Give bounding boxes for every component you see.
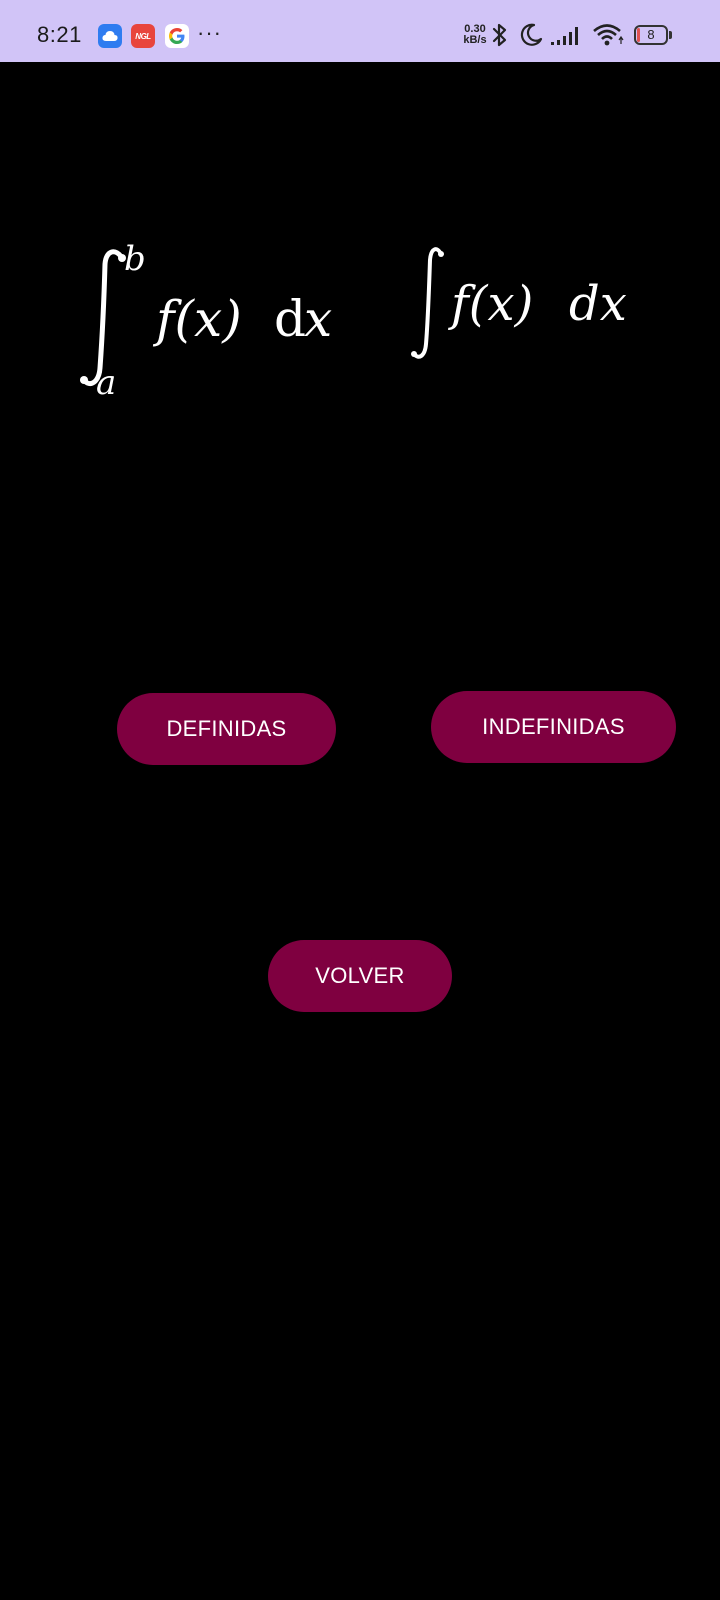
definite-differential-var: x (304, 290, 332, 348)
indefinite-integral-formula: f(x) dx (411, 247, 627, 359)
wifi-icon (593, 24, 624, 46)
lower-limit: a (96, 363, 116, 400)
clock: 8:21 (37, 22, 82, 47)
network-speed-unit: kB/s (463, 34, 487, 46)
moon-icon (520, 23, 543, 46)
indefinite-integrand: f(x) (448, 276, 533, 332)
signal-icon (551, 27, 578, 45)
definite-integral-formula: b a f(x) d x (80, 240, 332, 400)
google-icon (165, 24, 189, 48)
upper-limit: b (124, 240, 146, 279)
more-notifications-icon: ··· (197, 20, 222, 45)
cloud-icon (98, 24, 122, 48)
definidas-button[interactable]: DEFINIDAS (117, 693, 336, 765)
volver-button[interactable]: VOLVER (268, 940, 452, 1012)
battery-cap (669, 31, 672, 39)
ngl-icon: NGL (131, 24, 155, 48)
network-speed: 0.30 kB/s (458, 24, 492, 46)
definite-differential-d: d (274, 290, 306, 348)
indefinite-differential: dx (569, 276, 627, 332)
ngl-icon-label: NGL (135, 31, 151, 41)
indefinidas-button[interactable]: INDEFINIDAS (431, 691, 676, 763)
battery-level: 8 (647, 27, 655, 42)
battery-icon: 8 (634, 25, 668, 45)
status-bar: 8:21 NGL ··· 0.30 kB/s 8 (0, 0, 720, 62)
bluetooth-icon (492, 23, 507, 47)
definite-integrand: f(x) (152, 290, 242, 348)
